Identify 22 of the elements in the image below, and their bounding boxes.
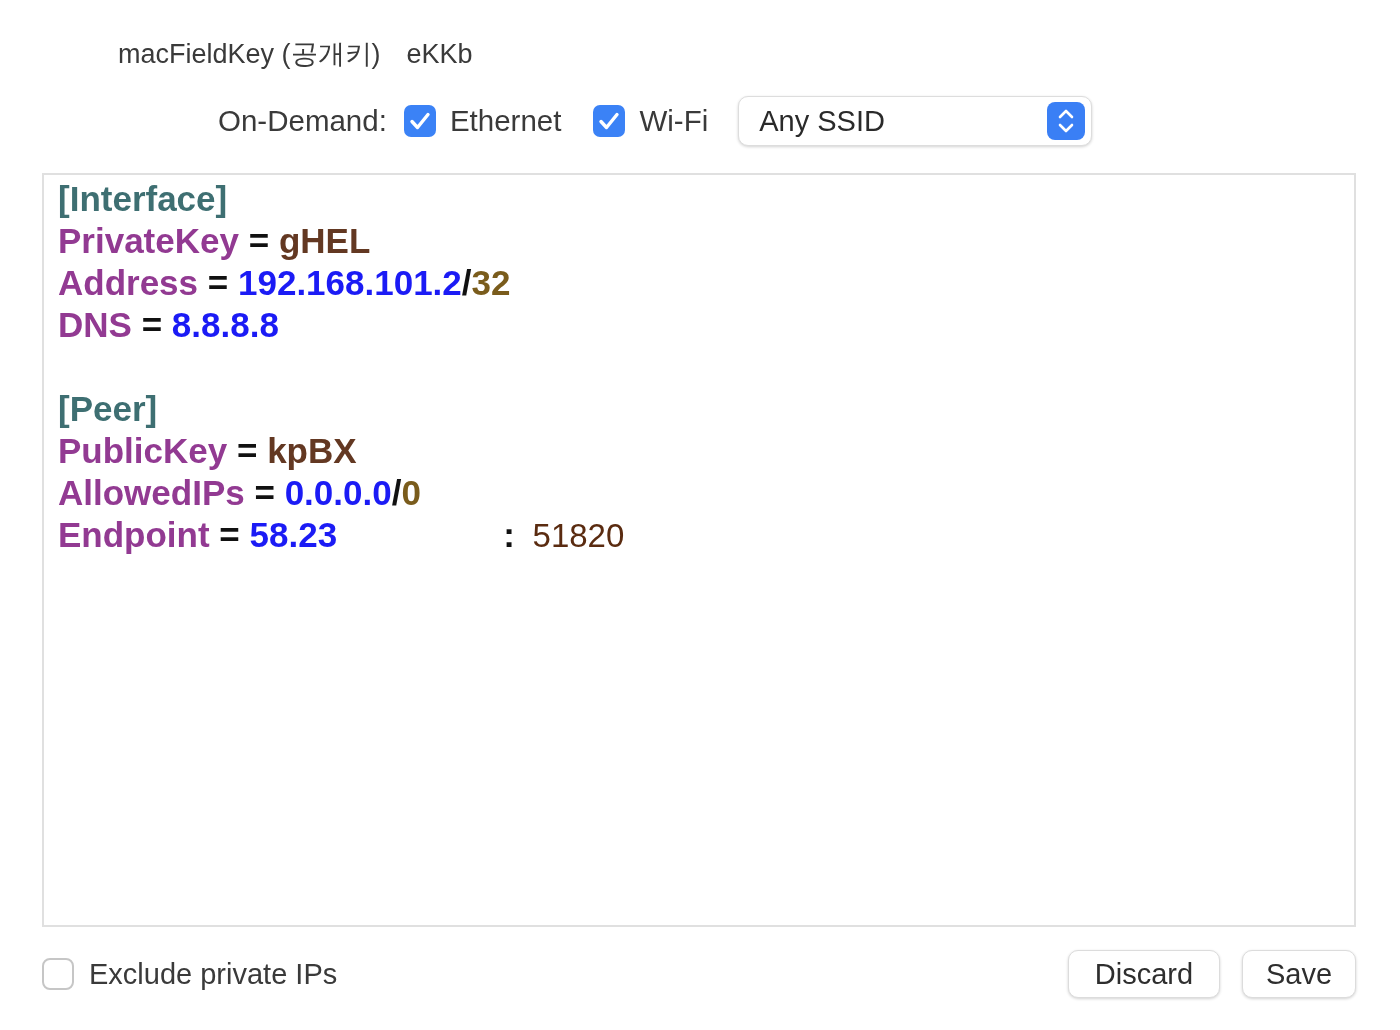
public-key-value: eKKb bbox=[406, 38, 473, 70]
checkbox[interactable] bbox=[403, 105, 436, 137]
code-line: AllowedIPs = 0.0.0.0/0 bbox=[58, 472, 421, 514]
checkbox-label[interactable]: Wi-Fi bbox=[639, 104, 709, 138]
code-line: DNS = 8.8.8.8 bbox=[58, 304, 279, 346]
public-key-label: macFieldKey (공개키) bbox=[118, 38, 381, 71]
save-button[interactable]: Save bbox=[1242, 950, 1356, 998]
checkbox[interactable] bbox=[593, 105, 626, 137]
checkbox-label[interactable]: Exclude private IPs bbox=[89, 957, 338, 991]
config-editor[interactable]: [Interface] PrivateKey = gHEL Address = 192.168.101.2/32 DNS = 8.8.8.8 [Peer] PublicKey = kpBX AllowedIPs = 0.0.0.0/0 Endpoint = 58.23 : 51820 bbox=[42, 173, 1356, 927]
on-demand-label: On-Demand: bbox=[218, 104, 387, 138]
code-line: Endpoint = 58.23 : 51820 bbox=[58, 514, 625, 556]
ssid-dropdown[interactable]: Any SSID bbox=[738, 96, 1093, 146]
code-line: PublicKey = kpBX bbox=[58, 430, 357, 472]
section-header: [Interface] bbox=[58, 178, 228, 220]
code-line: PrivateKey = gHEL bbox=[58, 220, 371, 262]
section-header: [Peer] bbox=[58, 388, 158, 430]
up-down-chevron-icon bbox=[1047, 102, 1086, 140]
checkbox[interactable] bbox=[42, 958, 74, 990]
code-line: Address = 192.168.101.2/32 bbox=[58, 262, 511, 304]
discard-button[interactable]: Discard bbox=[1068, 950, 1220, 998]
checkbox-label[interactable]: Ethernet bbox=[449, 104, 562, 138]
